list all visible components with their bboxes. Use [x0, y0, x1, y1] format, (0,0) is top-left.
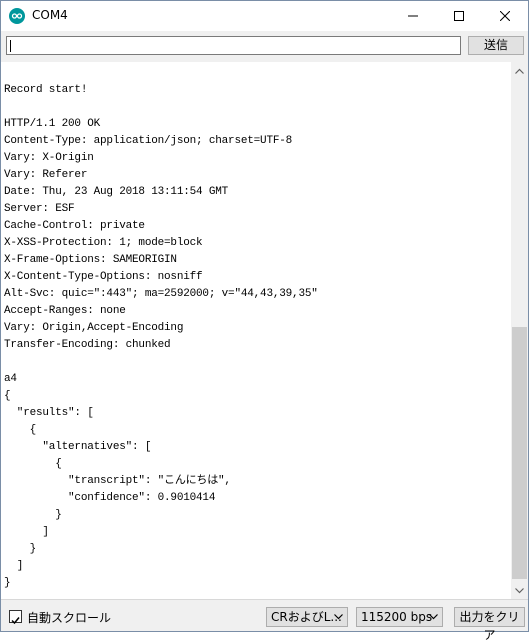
chevron-down-icon [334, 614, 343, 620]
output-line: Vary: Referer [4, 169, 88, 181]
output-line: Vary: Origin,Accept-Encoding [4, 322, 184, 334]
output-line: a4 [4, 373, 17, 385]
minimize-button[interactable] [390, 1, 436, 31]
output-line: } [4, 543, 37, 555]
output-line: Content-Type: application/json; charset=… [4, 135, 293, 147]
output-line: "transcript": "こんにちは", [4, 475, 231, 487]
output-line: Date: Thu, 23 Aug 2018 13:11:54 GMT [4, 186, 229, 198]
output-line: { [4, 390, 11, 402]
autoscroll-label: 自動スクロール [27, 611, 112, 625]
output-line: X-XSS-Protection: 1; mode=block [4, 237, 203, 249]
vertical-scrollbar[interactable] [511, 62, 528, 599]
output-line: Transfer-Encoding: chunked [4, 339, 171, 351]
close-button[interactable] [482, 1, 528, 31]
scroll-down-button[interactable] [511, 582, 528, 599]
output-line: "confidence": 0.9010414 [4, 492, 216, 504]
output-line: X-Content-Type-Options: nosniff [4, 271, 203, 283]
scroll-thumb[interactable] [512, 327, 527, 579]
output-line: Alt-Svc: quic=":443"; ma=2592000; v="44,… [4, 288, 318, 300]
output-line: Record start! [4, 84, 88, 96]
send-input[interactable] [6, 36, 461, 55]
output-line: "alternatives": [ [4, 441, 152, 453]
baud-rate-value: 115200 bps [361, 610, 433, 624]
output-line: "results": [ [4, 407, 94, 419]
maximize-icon [454, 11, 464, 21]
checkmark-icon [11, 617, 20, 625]
arduino-icon [9, 8, 25, 24]
output-line: } [4, 509, 62, 521]
chevron-down-icon [515, 587, 524, 593]
send-row: 送信 [1, 31, 528, 61]
output-line: Cache-Control: private [4, 220, 145, 232]
output-line: Vary: X-Origin [4, 152, 94, 164]
output-line: { [4, 458, 62, 470]
output-line: HTTP/1.1 200 OK [4, 118, 101, 130]
autoscroll-checkbox[interactable] [9, 610, 22, 625]
bottom-bar: 自動スクロール CRおよびL... 115200 bps 出力をクリア [1, 601, 528, 642]
output-line: ] [4, 526, 49, 538]
title-bar: COM4 [1, 1, 528, 31]
send-button[interactable]: 送信 [468, 36, 524, 55]
line-ending-value: CRおよびL... [271, 610, 342, 624]
serial-output[interactable]: Record start! HTTP/1.1 200 OK Content-Type… [1, 62, 511, 599]
chevron-down-icon [429, 614, 438, 620]
chevron-up-icon [515, 68, 524, 74]
maximize-button[interactable] [436, 1, 482, 31]
text-caret [10, 40, 11, 52]
serial-monitor-window: COM4 送信 Record start! HTTP/1.1 200 OK Cont… [0, 0, 529, 642]
minimize-icon [408, 15, 418, 17]
line-ending-select[interactable]: CRおよびL... [266, 607, 348, 627]
output-line: } [4, 577, 11, 589]
close-icon [500, 11, 510, 21]
output-line: X-Frame-Options: SAMEORIGIN [4, 254, 177, 266]
output-line: Server: ESF [4, 203, 75, 215]
window-title: COM4 [32, 8, 68, 22]
baud-rate-select[interactable]: 115200 bps [356, 607, 443, 627]
output-line: Accept-Ranges: none [4, 305, 126, 317]
divider [1, 599, 528, 600]
scroll-up-button[interactable] [511, 62, 528, 79]
clear-output-button[interactable]: 出力をクリア [454, 607, 525, 642]
output-line: { [4, 424, 37, 436]
output-line: ] [4, 560, 24, 572]
